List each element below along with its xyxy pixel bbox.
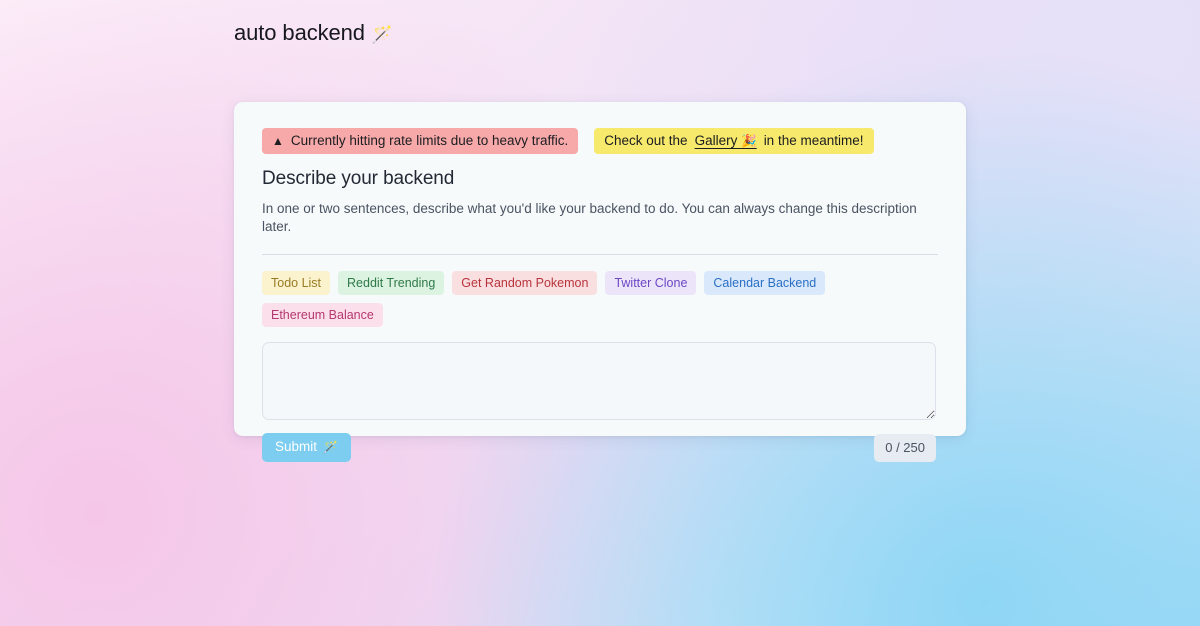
suggestion-chip-ethereum-balance[interactable]: Ethereum Balance bbox=[262, 303, 383, 328]
describe-backend-card: ▲ Currently hitting rate limits due to h… bbox=[234, 102, 966, 463]
site-header: auto backend 🪄 bbox=[234, 20, 393, 46]
magic-wand-icon: 🪄 bbox=[371, 24, 394, 44]
submit-button[interactable]: Submit 🪄 bbox=[262, 433, 351, 463]
rate-limit-warning-text: Currently hitting rate limits due to hea… bbox=[290, 133, 569, 148]
suggestion-chip-calendar-backend[interactable]: Calendar Backend bbox=[704, 270, 826, 295]
suggestion-chip-row: Todo List Reddit Trending Get Random Pok… bbox=[262, 270, 938, 328]
party-popper-icon: 🎉 bbox=[741, 134, 757, 148]
action-row: Submit 🪄 0 / 250 bbox=[262, 433, 936, 463]
backend-description-input[interactable] bbox=[262, 342, 936, 421]
warning-triangle-icon: ▲ bbox=[272, 134, 284, 149]
gallery-link-label: Gallery bbox=[694, 133, 738, 148]
page-root: auto backend 🪄 ▲ Currently hitting rate … bbox=[0, 0, 1200, 626]
gallery-link[interactable]: Gallery 🎉 bbox=[695, 133, 757, 149]
character-counter: 0 / 250 bbox=[874, 433, 936, 462]
rate-limit-warning-banner: ▲ Currently hitting rate limits due to h… bbox=[262, 128, 579, 155]
suggestion-chip-reddit-trending[interactable]: Reddit Trending bbox=[338, 270, 445, 295]
gallery-info-banner: Check out the Gallery 🎉 in the meantime! bbox=[594, 128, 874, 155]
section-description: In one or two sentences, describe what y… bbox=[262, 201, 917, 235]
page-title: auto backend bbox=[234, 20, 365, 45]
suggestion-chip-get-random-pokemon[interactable]: Get Random Pokemon bbox=[452, 270, 598, 295]
submit-button-label: Submit bbox=[275, 439, 318, 455]
divider bbox=[262, 253, 938, 255]
section-title: Describe your backend bbox=[262, 168, 455, 190]
suggestion-chip-todo-list[interactable]: Todo List bbox=[262, 270, 331, 295]
banner-row: ▲ Currently hitting rate limits due to h… bbox=[262, 128, 938, 155]
magic-wand-icon: 🪄 bbox=[323, 440, 338, 455]
gallery-banner-prefix: Check out the bbox=[604, 133, 688, 148]
suggestion-chip-twitter-clone[interactable]: Twitter Clone bbox=[605, 270, 697, 295]
gallery-banner-suffix: in the meantime! bbox=[763, 133, 864, 148]
